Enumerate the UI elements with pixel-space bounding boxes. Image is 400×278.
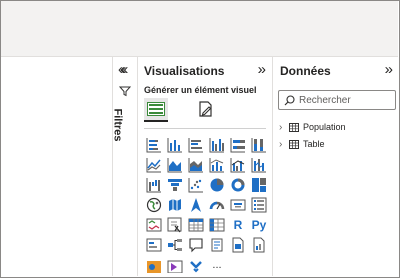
table-icon — [289, 122, 299, 132]
key-influencers-icon[interactable] — [144, 235, 164, 255]
pie-chart-icon[interactable] — [207, 175, 227, 195]
build-visual-icon — [147, 102, 165, 116]
search-icon — [284, 95, 295, 106]
more-visuals-icon[interactable]: ... — [207, 255, 227, 275]
python-visual-icon[interactable]: Py — [249, 215, 269, 235]
report-page-icon[interactable] — [249, 235, 269, 255]
r-script-visual-icon[interactable]: R — [228, 215, 248, 235]
treemap-icon[interactable] — [249, 175, 269, 195]
power-automate-icon[interactable] — [186, 255, 206, 275]
search-input[interactable]: Rechercher — [278, 90, 396, 110]
python-visual-text: Py — [251, 218, 267, 232]
filters-label: Filtres — [111, 108, 124, 142]
filled-map-icon[interactable] — [165, 195, 185, 215]
ribbon — [1, 1, 398, 57]
table-icon[interactable] — [186, 215, 206, 235]
slicer-icon[interactable] — [165, 215, 185, 235]
build-visual-label: Générer un élément visuel — [144, 85, 257, 95]
kpi-icon[interactable] — [144, 215, 164, 235]
clustered-column-chart-icon[interactable] — [207, 135, 227, 155]
qa-icon[interactable] — [186, 235, 206, 255]
table-icon — [289, 139, 299, 149]
format-visual-icon — [199, 101, 212, 117]
map-icon[interactable] — [144, 195, 164, 215]
clustered-bar-chart-icon[interactable] — [186, 135, 206, 155]
tab-build-visual[interactable] — [144, 98, 168, 122]
data-pane: Données » Rechercher › Population › Tabl… — [273, 57, 398, 276]
line-chart-icon[interactable] — [144, 155, 164, 175]
decomposition-tree-icon[interactable] — [165, 235, 185, 255]
collapse-chevron-icon[interactable]: « — [120, 61, 128, 78]
table-name: Population — [303, 122, 346, 132]
card-icon[interactable] — [228, 195, 248, 215]
table-item-population[interactable]: › Population — [279, 120, 346, 134]
r-visual-text: R — [233, 218, 243, 232]
report-canvas[interactable] — [1, 57, 112, 276]
line-stacked-column-chart-icon[interactable] — [207, 155, 227, 175]
table-name: Table — [303, 139, 325, 149]
data-pane-title: Données — [280, 64, 331, 78]
table-item-table[interactable]: › Table — [279, 137, 325, 151]
arcgis-map-icon[interactable] — [144, 255, 164, 275]
area-chart-icon[interactable] — [165, 155, 185, 175]
visualizations-divider — [144, 128, 266, 129]
funnel-chart-icon[interactable] — [165, 175, 185, 195]
waterfall-chart-icon[interactable] — [144, 175, 164, 195]
stacked-area-chart-icon[interactable] — [186, 155, 206, 175]
expand-chevron-icon[interactable]: » — [385, 61, 393, 78]
donut-chart-icon[interactable] — [228, 175, 248, 195]
visual-type-gallery: R Py ... — [144, 135, 270, 275]
chevron-right-icon[interactable]: › — [279, 122, 288, 133]
filter-funnel-icon — [119, 86, 131, 97]
narrative-icon[interactable] — [207, 235, 227, 255]
scatter-chart-icon[interactable] — [186, 175, 206, 195]
filters-pane-collapsed: « Filtres — [111, 57, 138, 276]
100-stacked-column-chart-icon[interactable] — [249, 135, 269, 155]
tab-format-visual[interactable] — [194, 98, 218, 120]
visualizations-pane: Visualisations » Générer un élément visu… — [138, 57, 273, 276]
matrix-icon[interactable] — [207, 215, 227, 235]
expand-chevron-icon[interactable]: » — [258, 61, 266, 78]
stacked-bar-chart-icon[interactable] — [144, 135, 164, 155]
gauge-icon[interactable] — [207, 195, 227, 215]
100-stacked-bar-chart-icon[interactable] — [228, 135, 248, 155]
paginated-report-icon[interactable] — [228, 235, 248, 255]
power-apps-icon[interactable] — [165, 255, 185, 275]
search-placeholder: Rechercher — [299, 95, 351, 106]
azure-map-icon[interactable] — [186, 195, 206, 215]
filters-pane-toggle[interactable]: Filtres — [111, 99, 135, 159]
multi-row-card-icon[interactable] — [249, 195, 269, 215]
chevron-right-icon[interactable]: › — [279, 139, 288, 150]
more-visuals-text: ... — [212, 259, 222, 271]
line-clustered-column-chart-icon[interactable] — [228, 155, 248, 175]
ribbon-chart-icon[interactable] — [249, 155, 269, 175]
visualizations-title: Visualisations — [144, 64, 225, 78]
stacked-column-chart-icon[interactable] — [165, 135, 185, 155]
